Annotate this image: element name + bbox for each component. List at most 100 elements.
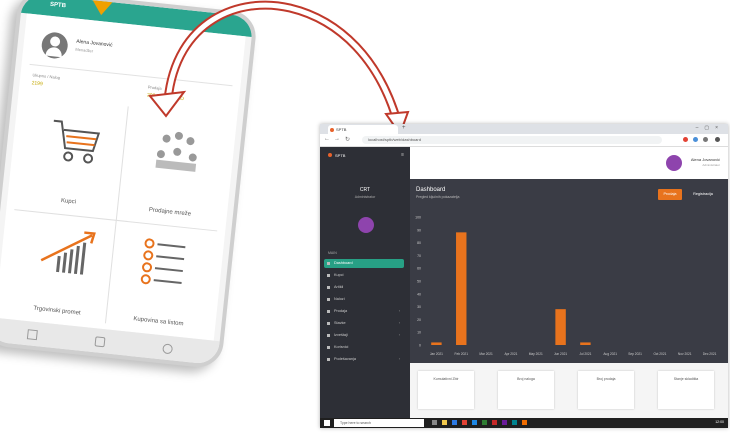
- address-bar: ← → ↻ localhost/sptb/web/dashboard: [320, 134, 728, 147]
- stat-card-title: Broj naloga: [517, 377, 535, 381]
- x-tick-label: Jul 2021: [579, 352, 591, 356]
- stat-card-title: Broj prodaja: [596, 377, 616, 381]
- excel-icon[interactable]: [482, 420, 487, 425]
- taskbar-clock[interactable]: 12:00: [715, 420, 724, 424]
- sidebar-item-label: Korisnici: [334, 345, 349, 349]
- x-tick-label: Mar 2021: [479, 352, 493, 356]
- y-tick-label: 90: [417, 228, 421, 232]
- sidebar-item-kupci[interactable]: Kupci: [324, 271, 404, 280]
- avatar[interactable]: [358, 217, 374, 233]
- chevron-right-icon: ›: [398, 321, 400, 325]
- x-tick-label: Dec 2021: [703, 352, 717, 356]
- avatar[interactable]: [666, 155, 682, 171]
- chrome-icon[interactable]: [462, 420, 467, 425]
- sidebar-item-label: Podešavanja: [334, 357, 356, 361]
- x-tick-label: Oct 2021: [653, 352, 666, 356]
- y-tick-label: 50: [417, 280, 421, 284]
- y-tick-label: 80: [417, 241, 421, 245]
- stat-card[interactable]: Stanje skladišta: [658, 371, 714, 409]
- y-tick-label: 40: [417, 292, 421, 296]
- sidebar-item-nalozi[interactable]: Nalozi: [324, 295, 404, 304]
- edge-icon[interactable]: [452, 420, 457, 425]
- app-icon[interactable]: [522, 420, 527, 425]
- stat-card[interactable]: Broj prodaja: [578, 371, 634, 409]
- browser-window: SPTB + –▢× ← → ↻ localhost/sptb/web/dash…: [320, 124, 728, 428]
- x-tick-label: Jan 2021: [430, 352, 443, 356]
- sidebar-item-label: Izveštaji: [334, 333, 348, 337]
- sidebar-item-label: Kupci: [334, 273, 344, 277]
- os-taskbar: Type here to search 12:00: [320, 418, 728, 428]
- app-icon[interactable]: [492, 420, 497, 425]
- y-tick-label: 10: [417, 331, 421, 335]
- sidebar-item-label: Prodaja: [334, 309, 348, 313]
- extension-icon[interactable]: [683, 137, 688, 142]
- sidebar-item-label: Artikli: [334, 285, 344, 289]
- bar[interactable]: [456, 232, 467, 345]
- top-bar: Alena Jovanović Administrator: [410, 147, 728, 179]
- reload-icon[interactable]: ↻: [345, 136, 350, 143]
- x-tick-label: Aug 2021: [603, 352, 617, 356]
- window-controls-icon[interactable]: –▢×: [696, 125, 724, 131]
- stat-card[interactable]: Kumulativni Zbir: [418, 371, 474, 409]
- topbar-user-name[interactable]: Alena Jovanović: [691, 157, 720, 162]
- back-icon[interactable]: ←: [324, 136, 330, 142]
- app-icon[interactable]: [512, 420, 517, 425]
- sidebar-item-dashboard[interactable]: Dashboard: [324, 259, 404, 268]
- chevron-right-icon: ›: [398, 357, 400, 361]
- topbar-user-role: Administrator: [702, 163, 720, 167]
- y-tick-label: 30: [417, 305, 421, 309]
- x-tick-label: Nov 2021: [678, 352, 692, 356]
- sidebar-user-role: Administrator: [354, 195, 376, 199]
- prodaja-button[interactable]: Prodaja: [658, 189, 682, 200]
- new-tab-icon[interactable]: +: [402, 125, 406, 131]
- x-tick-label: Sep 2021: [628, 352, 642, 356]
- chevron-right-icon: ›: [398, 309, 400, 313]
- page-title: Dashboard: [416, 187, 446, 193]
- sidebar-item-izvestaji[interactable]: Izveštaji ›: [324, 331, 404, 340]
- app-icon[interactable]: [502, 420, 507, 425]
- bar[interactable]: [555, 309, 566, 345]
- sidebar-item-korisnici[interactable]: Korisnici: [324, 343, 404, 352]
- stat-card-title: Stanje skladišta: [673, 377, 699, 381]
- taskbar-search-input[interactable]: Type here to search: [334, 419, 424, 427]
- sidebar-section-label: MAIN: [328, 251, 337, 255]
- y-tick-label: 60: [417, 267, 421, 271]
- x-tick-label: Apr 2021: [504, 352, 517, 356]
- bar-chart: 0 10 20 30 40 50 60 70 80 90 100 Jan 2021 Feb 2021 Ma…: [415, 216, 717, 357]
- file-explorer-icon[interactable]: [442, 420, 447, 425]
- y-tick-label: 20: [417, 318, 421, 322]
- sidebar-item-stavke[interactable]: Stavke ›: [324, 319, 404, 328]
- sidebar-brand[interactable]: SPTB: [328, 153, 345, 158]
- x-tick-label: Feb 2021: [455, 352, 469, 356]
- dashboard-header: Dashboard Pregled ključnih pokazatelja P…: [410, 179, 728, 363]
- sidebar-item-prodaja[interactable]: Prodaja ›: [324, 307, 404, 316]
- tab-bar: SPTB + –▢×: [320, 124, 728, 134]
- task-view-icon[interactable]: [432, 420, 437, 425]
- x-tick-label: Jun 2021: [554, 352, 567, 356]
- sidebar-item-podesavanja[interactable]: Podešavanja ›: [324, 355, 404, 364]
- sidebar-item-label: Dashboard: [334, 261, 353, 265]
- sidebar-item-artikli[interactable]: Artikli: [324, 283, 404, 292]
- hamburger-icon[interactable]: ≡: [401, 152, 404, 158]
- word-icon[interactable]: [472, 420, 477, 425]
- y-tick-label: 70: [417, 254, 421, 258]
- url-input[interactable]: localhost/sptb/web/dashboard: [362, 136, 662, 144]
- extension-icon[interactable]: [693, 137, 698, 142]
- main-content: Dashboard Pregled ključnih pokazatelja P…: [410, 179, 728, 418]
- sidebar-item-label: Nalozi: [334, 297, 345, 301]
- registracija-button[interactable]: Registracija: [688, 189, 718, 200]
- chevron-right-icon: ›: [398, 333, 400, 337]
- extension-icon[interactable]: [703, 137, 708, 142]
- stat-card[interactable]: Broj naloga: [498, 371, 554, 409]
- y-tick-label: 100: [415, 216, 421, 220]
- forward-icon[interactable]: →: [334, 136, 340, 142]
- x-tick-label: May 2021: [529, 352, 543, 356]
- browser-tab[interactable]: SPTB: [328, 125, 398, 134]
- bar[interactable]: [580, 342, 591, 345]
- bar[interactable]: [431, 342, 442, 345]
- sidebar: SPTB ≡ CRT Administrator MAIN Dashboard …: [320, 147, 410, 418]
- sidebar-item-label: Stavke: [334, 321, 346, 325]
- menu-icon[interactable]: [715, 137, 720, 142]
- y-tick-label: 0: [419, 344, 421, 348]
- windows-start-icon[interactable]: [324, 420, 330, 426]
